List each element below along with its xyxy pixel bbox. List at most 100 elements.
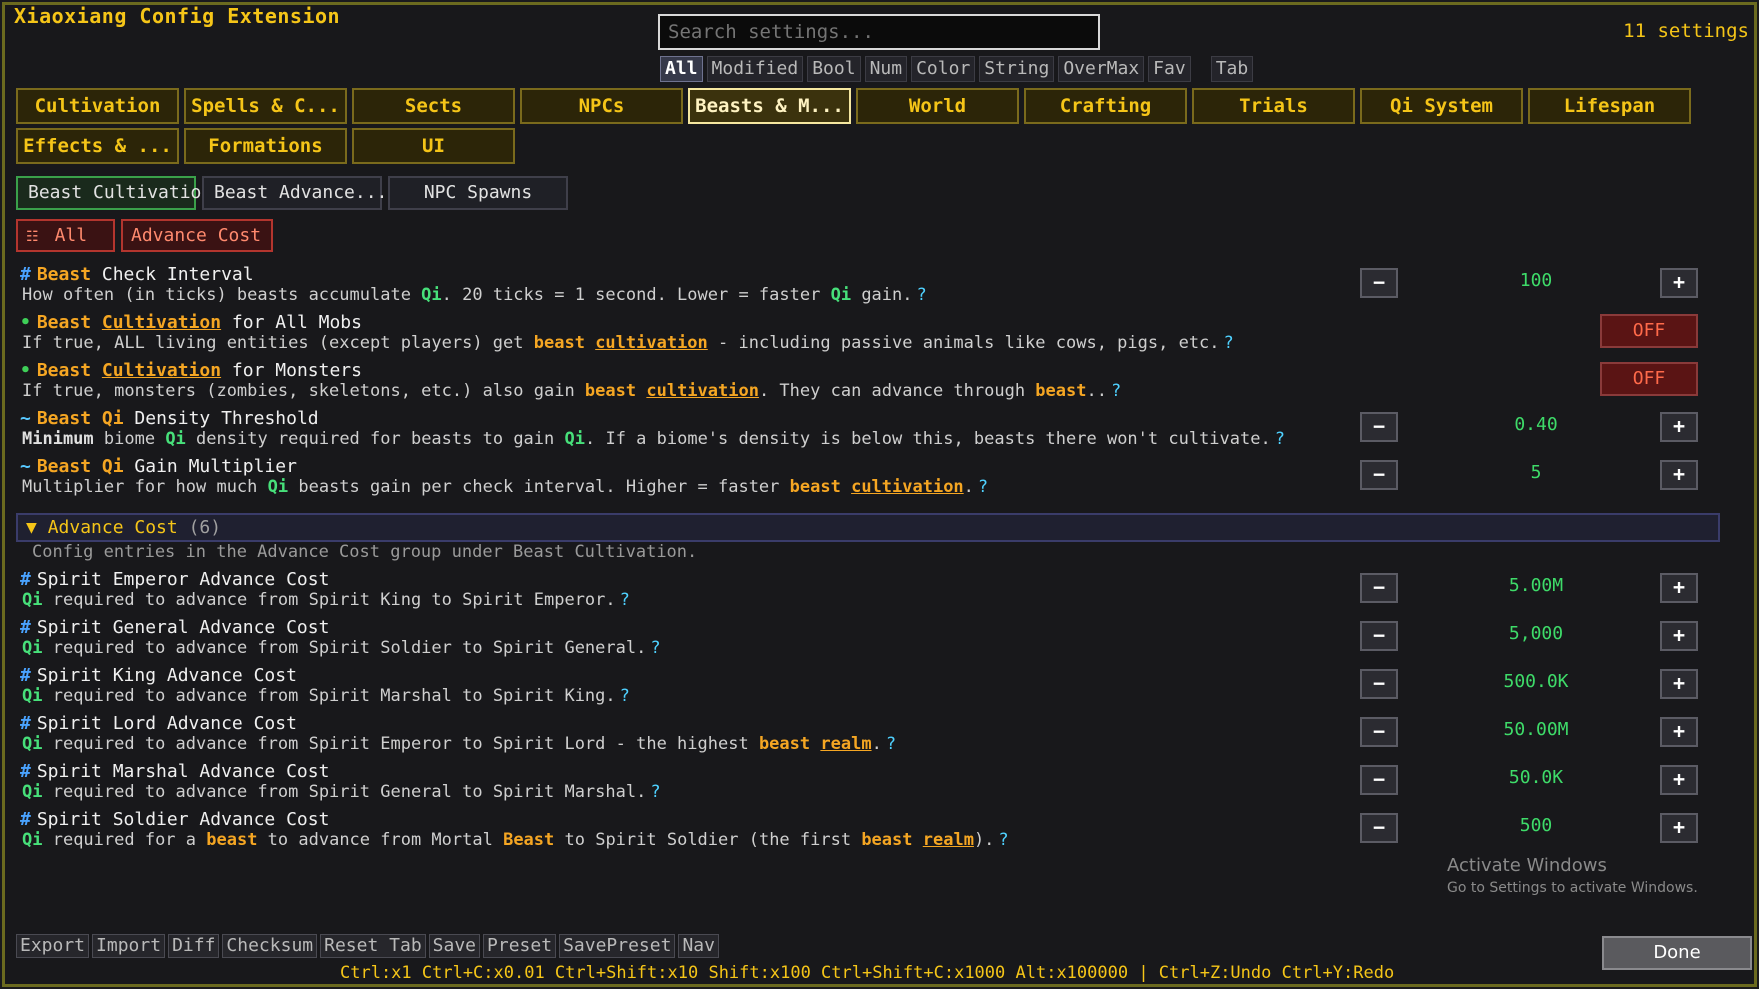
setting-row: • Beast Cultivation for Monsters If true,…	[16, 358, 1720, 406]
toggle-button[interactable]: OFF	[1600, 362, 1698, 396]
setting-row: • Beast Cultivation for All Mobs If true,…	[16, 310, 1720, 358]
group-all[interactable]: ☷ All	[16, 219, 115, 252]
number-type-icon: #	[20, 617, 31, 638]
tab-trials[interactable]: Trials	[1192, 88, 1355, 124]
decrement-button[interactable]: −	[1360, 460, 1398, 490]
group-advance-cost[interactable]: Advance Cost	[121, 219, 273, 252]
setting-description: If true, ALL living entities (except pla…	[22, 333, 1234, 353]
tab-beasts[interactable]: Beasts & M...	[688, 88, 851, 124]
decrement-button[interactable]: −	[1360, 669, 1398, 699]
increment-button[interactable]: +	[1660, 573, 1698, 603]
list-icon: ☷	[26, 229, 39, 245]
setting-value[interactable]: 100	[1456, 270, 1616, 291]
setting-description: If true, monsters (zombies, skeletons, e…	[22, 381, 1122, 401]
increment-button[interactable]: +	[1660, 268, 1698, 298]
tab-effects[interactable]: Effects & ...	[16, 128, 179, 164]
nav-button[interactable]: Nav	[678, 934, 719, 958]
help-icon[interactable]: ?	[886, 734, 896, 754]
help-icon[interactable]: ?	[650, 638, 660, 658]
keyboard-shortcuts-hint: Ctrl:x1 Ctrl+C:x0.01 Ctrl+Shift:x10 Shif…	[340, 963, 1395, 983]
increment-button[interactable]: +	[1660, 765, 1698, 795]
checksum-button[interactable]: Checksum	[222, 934, 318, 958]
save-button[interactable]: Save	[428, 934, 481, 958]
increment-button[interactable]: +	[1660, 460, 1698, 490]
section-description: Config entries in the Advance Cost group…	[32, 542, 698, 562]
window-title: Xiaoxiang Config Extension	[14, 4, 341, 28]
save-preset-button[interactable]: SavePreset	[559, 934, 676, 958]
section-header-advance-cost[interactable]: ▼ Advance Cost (6)	[16, 513, 1720, 542]
setting-description: Qi required to advance from Spirit Soldi…	[22, 638, 661, 658]
bottom-toolbar: Export Import Diff Checksum Reset Tab Sa…	[16, 934, 719, 958]
help-icon[interactable]: ?	[650, 782, 660, 802]
setting-value[interactable]: 50.0K	[1456, 767, 1616, 788]
tab-spells[interactable]: Spells & C...	[184, 88, 347, 124]
setting-row: # Spirit King Advance Cost Qi required to…	[16, 663, 1720, 711]
setting-label: # Spirit Lord Advance Cost	[20, 713, 297, 734]
help-icon[interactable]: ?	[917, 285, 927, 305]
filter-modified[interactable]: Modified	[706, 56, 804, 82]
preset-button[interactable]: Preset	[483, 934, 557, 958]
setting-value[interactable]: 500.0K	[1456, 671, 1616, 692]
diff-button[interactable]: Diff	[168, 934, 220, 958]
decrement-button[interactable]: −	[1360, 621, 1398, 651]
filter-color[interactable]: Color	[911, 56, 976, 82]
setting-value[interactable]: 0.40	[1456, 414, 1616, 435]
tab-formations[interactable]: Formations	[184, 128, 347, 164]
increment-button[interactable]: +	[1660, 621, 1698, 651]
help-icon[interactable]: ?	[978, 477, 988, 497]
tab-crafting[interactable]: Crafting	[1024, 88, 1187, 124]
setting-description: Qi required to advance from Spirit Marsh…	[22, 686, 630, 706]
help-icon[interactable]: ?	[620, 590, 630, 610]
decrement-button[interactable]: −	[1360, 717, 1398, 747]
subtab-beast-advance[interactable]: Beast Advance...	[202, 176, 387, 210]
help-icon[interactable]: ?	[1275, 429, 1285, 449]
section-count: (6)	[188, 517, 222, 538]
decrement-button[interactable]: −	[1360, 268, 1398, 298]
subtab-npc-spawns[interactable]: NPC Spawns	[388, 176, 568, 210]
export-button[interactable]: Export	[16, 934, 90, 958]
import-button[interactable]: Import	[92, 934, 166, 958]
done-button[interactable]: Done	[1602, 936, 1752, 970]
setting-value[interactable]: 50.00M	[1456, 719, 1616, 740]
search-input[interactable]	[658, 14, 1100, 50]
filter-overmax[interactable]: OverMax	[1058, 56, 1145, 82]
filter-tab[interactable]: Tab	[1210, 56, 1254, 82]
help-icon[interactable]: ?	[1224, 333, 1234, 353]
decrement-button[interactable]: −	[1360, 765, 1398, 795]
setting-label: # Spirit General Advance Cost	[20, 617, 330, 638]
setting-value[interactable]: 5,000	[1456, 623, 1616, 644]
setting-label: # Spirit Emperor Advance Cost	[20, 569, 330, 590]
setting-value[interactable]: 5.00M	[1456, 575, 1616, 596]
subtab-beast-cultivation[interactable]: Beast Cultivatio	[16, 176, 201, 210]
tab-npcs[interactable]: NPCs	[520, 88, 683, 124]
tab-ui[interactable]: UI	[352, 128, 515, 164]
help-icon[interactable]: ?	[1111, 381, 1121, 401]
decrement-button[interactable]: −	[1360, 813, 1398, 843]
filter-fav[interactable]: Fav	[1148, 56, 1191, 82]
increment-button[interactable]: +	[1660, 669, 1698, 699]
filter-bar: All Modified Bool Num Color String OverM…	[660, 56, 1254, 82]
increment-button[interactable]: +	[1660, 717, 1698, 747]
increment-button[interactable]: +	[1660, 412, 1698, 442]
setting-value[interactable]: 5	[1456, 462, 1616, 483]
tab-cultivation[interactable]: Cultivation	[16, 88, 179, 124]
increment-button[interactable]: +	[1660, 813, 1698, 843]
tab-world[interactable]: World	[856, 88, 1019, 124]
tab-sects[interactable]: Sects	[352, 88, 515, 124]
decrement-button[interactable]: −	[1360, 573, 1398, 603]
reset-tab-button[interactable]: Reset Tab	[320, 934, 426, 958]
help-icon[interactable]: ?	[998, 830, 1008, 850]
setting-value[interactable]: 500	[1456, 815, 1616, 836]
filter-string[interactable]: String	[979, 56, 1055, 82]
decrement-button[interactable]: −	[1360, 412, 1398, 442]
setting-row: # Spirit Marshal Advance Cost Qi required…	[16, 759, 1720, 807]
filter-num[interactable]: Num	[864, 56, 908, 82]
filter-all[interactable]: All	[660, 56, 703, 82]
toggle-button[interactable]: OFF	[1600, 314, 1698, 348]
help-icon[interactable]: ?	[620, 686, 630, 706]
tab-qi-system[interactable]: Qi System	[1360, 88, 1523, 124]
filter-bool[interactable]: Bool	[807, 56, 861, 82]
setting-row: # Spirit Emperor Advance Cost Qi required…	[16, 567, 1720, 615]
subcategory-tabs: Beast Cultivatio Beast Advance... NPC Sp…	[16, 176, 568, 210]
tab-lifespan[interactable]: Lifespan	[1528, 88, 1691, 124]
